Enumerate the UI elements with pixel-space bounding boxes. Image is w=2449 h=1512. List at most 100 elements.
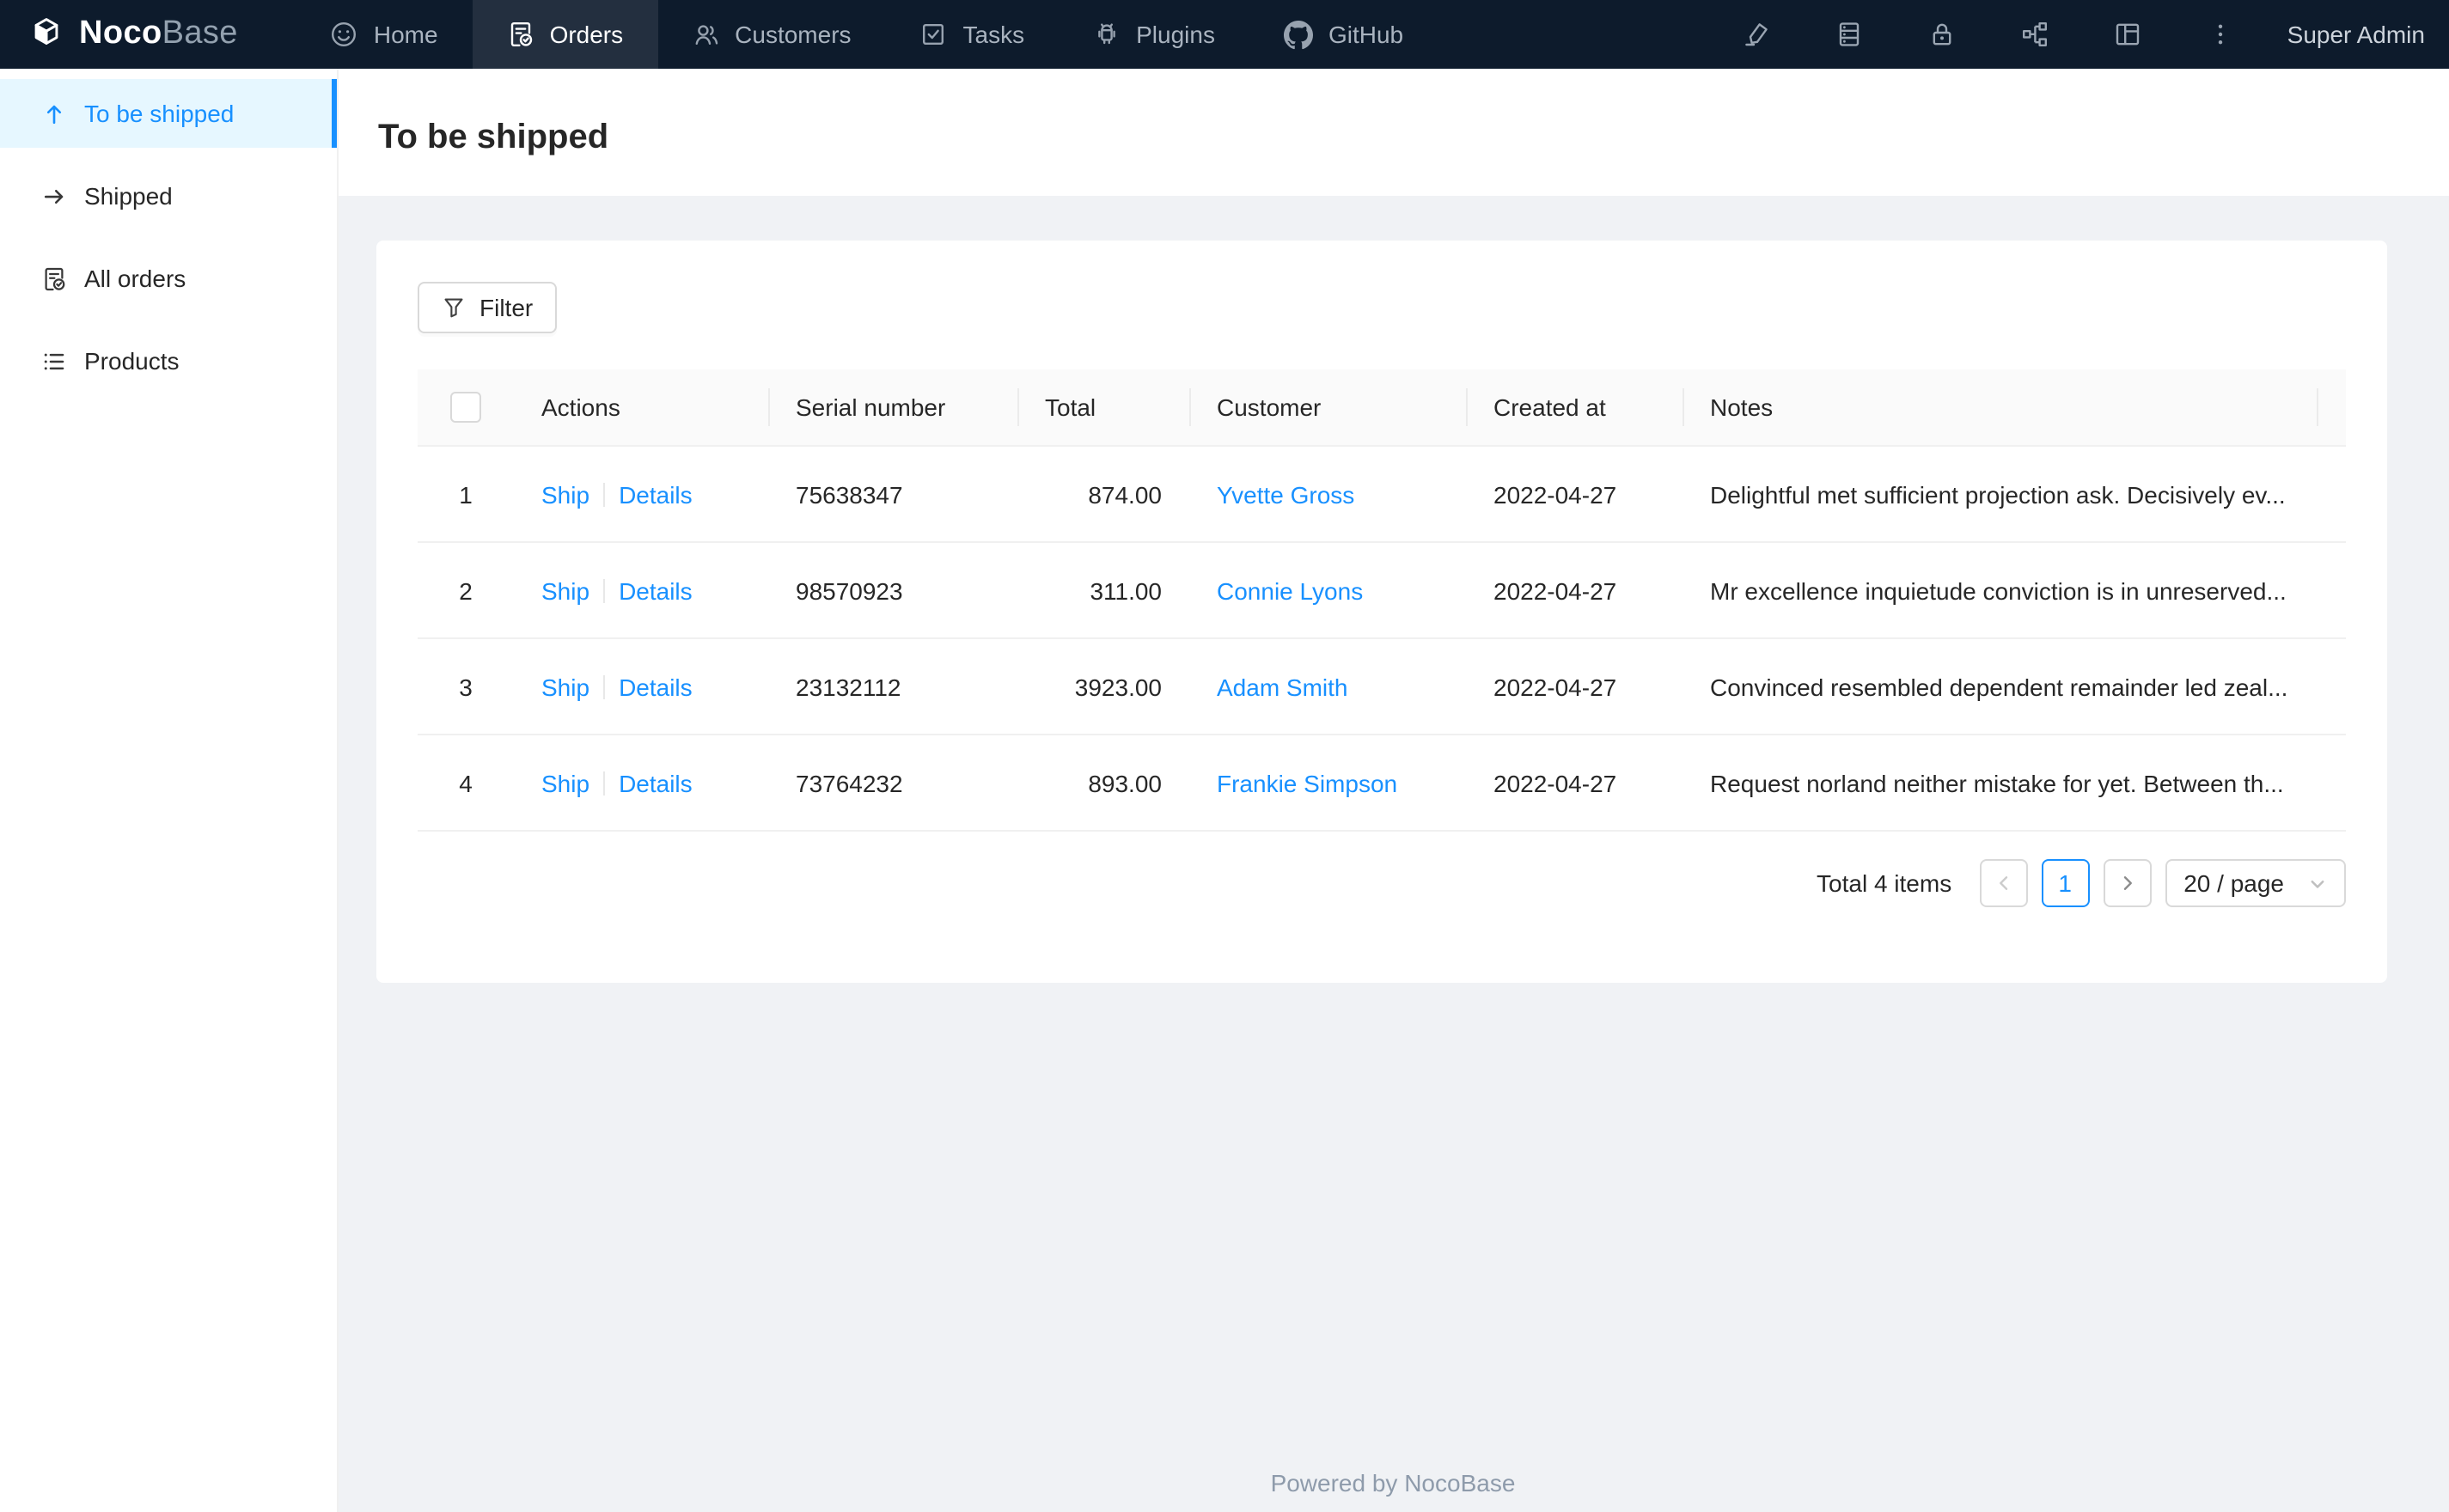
sidebar-item-products[interactable]: Products [0, 326, 337, 395]
nav-item-tasks[interactable]: Tasks [886, 0, 1060, 69]
table-row: 2 Ship Details 98570923 311.00 Connie Lyo… [418, 542, 2346, 639]
content-area: Filter Actions Serial number Total Custo… [337, 196, 2449, 1512]
serial-number-cell: 73764232 [768, 735, 1017, 832]
serial-number-cell: 75638347 [768, 446, 1017, 543]
sidebar-item-label: Shipped [84, 182, 173, 210]
column-header-actions: Actions [514, 369, 768, 447]
nav-item-orders[interactable]: Orders [472, 0, 658, 69]
details-link[interactable]: Details [619, 673, 693, 700]
total-cell: 3923.00 [1017, 638, 1189, 735]
total-cell: 893.00 [1017, 735, 1189, 832]
brand-name: NocoBase [79, 15, 238, 52]
ship-link[interactable]: Ship [541, 769, 589, 796]
nav-item-label: Home [373, 21, 438, 48]
nav-item-label: Orders [549, 21, 624, 48]
total-cell: 311.00 [1017, 542, 1189, 639]
nocobase-logo-icon [27, 15, 65, 53]
notes-cell: Mr excellence inquietude conviction is i… [1683, 542, 2346, 639]
filter-button-label: Filter [479, 294, 534, 321]
top-navbar: NocoBase Home Orders Customers Tasks Plu… [0, 0, 2449, 69]
orders-card: Filter Actions Serial number Total Custo… [376, 241, 2387, 983]
created-at-cell: 2022-04-27 [1466, 542, 1683, 639]
highlighter-icon[interactable] [1710, 0, 1803, 69]
column-header-spacer [2317, 369, 2346, 447]
customer-cell: Yvette Gross [1189, 446, 1466, 543]
total-cell: 874.00 [1017, 446, 1189, 543]
customer-cell: Frankie Simpson [1189, 735, 1466, 832]
file-done-icon [41, 265, 67, 291]
customer-link[interactable]: Yvette Gross [1217, 480, 1354, 508]
orders-table: Actions Serial number Total Customer Cre… [418, 369, 2346, 832]
ship-link[interactable]: Ship [541, 576, 589, 604]
current-user-menu[interactable]: Super Admin [2267, 21, 2435, 48]
nav-item-github[interactable]: GitHub [1249, 0, 1438, 69]
notes-cell: Delightful met sufficient projection ask… [1683, 446, 2346, 543]
check-square-icon [920, 21, 948, 48]
ship-link[interactable]: Ship [541, 673, 589, 700]
sidebar-item-to-be-shipped[interactable]: To be shipped [0, 79, 337, 148]
nav-item-label: GitHub [1328, 21, 1404, 48]
column-header-notes: Notes [1683, 369, 2317, 447]
row-index: 2 [418, 542, 514, 639]
column-header-serial-number: Serial number [768, 369, 1017, 447]
table-row: 3 Ship Details 23132112 3923.00 Adam Smit… [418, 638, 2346, 735]
file-done-icon [507, 21, 534, 48]
details-link[interactable]: Details [619, 480, 693, 508]
details-link[interactable]: Details [619, 769, 693, 796]
serial-number-cell: 23132112 [768, 638, 1017, 735]
nav-item-label: Plugins [1136, 21, 1215, 48]
column-header-total: Total [1017, 369, 1189, 447]
database-icon[interactable] [1803, 0, 1896, 69]
select-all-cell [418, 369, 514, 447]
smile-icon [331, 21, 358, 48]
page-title: To be shipped [378, 118, 609, 155]
column-header-customer: Customer [1189, 369, 1466, 447]
sidebar-item-all-orders[interactable]: All orders [0, 244, 337, 313]
table-header-row: Actions Serial number Total Customer Cre… [418, 369, 2346, 447]
page-size-select[interactable]: 20 / page [2165, 859, 2346, 907]
row-index: 1 [418, 446, 514, 543]
action-divider [603, 578, 606, 602]
nocobase-logo[interactable]: NocoBase [0, 15, 262, 53]
customer-cell: Connie Lyons [1189, 542, 1466, 639]
layout-icon[interactable] [2081, 0, 2174, 69]
action-divider [603, 674, 606, 698]
details-link[interactable]: Details [619, 576, 693, 604]
pagination: Total 4 items 1 20 / page [418, 859, 2346, 907]
nav-item-home[interactable]: Home [296, 0, 473, 69]
nav-right-actions: Super Admin [1710, 0, 2449, 69]
pagination-next-button[interactable] [2103, 859, 2152, 907]
nav-item-label: Customers [735, 21, 852, 48]
nav-item-plugins[interactable]: Plugins [1059, 0, 1249, 69]
row-actions: Ship Details [514, 638, 768, 735]
row-actions: Ship Details [514, 446, 768, 543]
page-size-value: 20 / page [2183, 869, 2284, 897]
action-divider [603, 482, 606, 506]
nav-item-customers[interactable]: Customers [657, 0, 885, 69]
customer-link[interactable]: Adam Smith [1217, 673, 1348, 700]
nav-menu: Home Orders Customers Tasks Plugins GitH… [296, 0, 1438, 69]
github-icon [1283, 20, 1313, 49]
pagination-prev-button[interactable] [1979, 859, 2028, 907]
unordered-list-icon [41, 348, 67, 374]
ship-link[interactable]: Ship [541, 480, 589, 508]
more-icon[interactable] [2174, 0, 2267, 69]
filter-button[interactable]: Filter [418, 282, 558, 333]
action-divider [603, 771, 606, 795]
team-icon [692, 21, 719, 48]
created-at-cell: 2022-04-27 [1466, 638, 1683, 735]
sidebar-item-label: All orders [84, 265, 186, 292]
chevron-left-icon [1993, 873, 2013, 893]
sidebar-item-shipped[interactable]: Shipped [0, 162, 337, 230]
customer-link[interactable]: Frankie Simpson [1217, 769, 1397, 796]
column-header-created-at: Created at [1466, 369, 1683, 447]
lock-icon[interactable] [1896, 0, 1988, 69]
org-chart-icon[interactable] [1988, 0, 2081, 69]
android-icon [1093, 21, 1121, 48]
created-at-cell: 2022-04-27 [1466, 446, 1683, 543]
pagination-page-1[interactable]: 1 [2041, 859, 2090, 907]
customer-link[interactable]: Connie Lyons [1217, 576, 1363, 604]
select-all-checkbox[interactable] [450, 392, 481, 424]
table-row: 1 Ship Details 75638347 874.00 Yvette Gro… [418, 446, 2346, 543]
app-window: NocoBase Home Orders Customers Tasks Plu… [0, 0, 2449, 1512]
